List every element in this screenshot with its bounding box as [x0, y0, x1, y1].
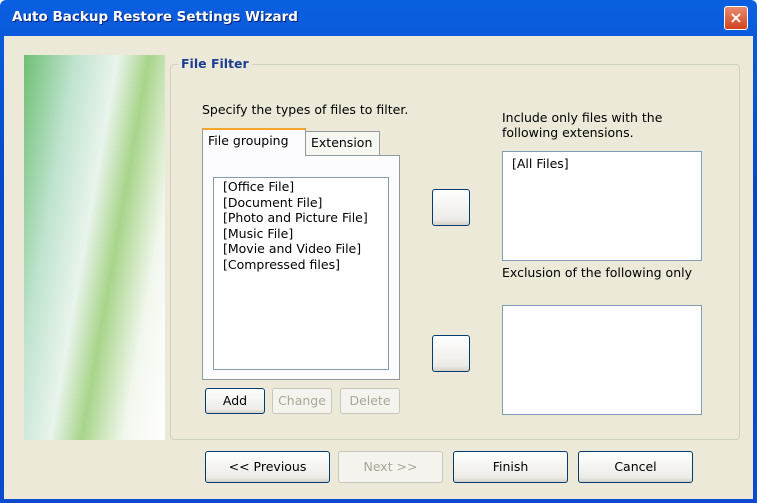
instruction-label: Specify the types of files to filter. [202, 102, 409, 117]
list-item[interactable]: [All Files] [512, 156, 692, 172]
close-button[interactable]: × [724, 6, 748, 30]
next-button[interactable]: Next >> [338, 451, 443, 483]
tab-extension[interactable]: Extension [305, 131, 380, 156]
file-group-list[interactable]: [Office File] [Document File] [Photo and… [213, 177, 389, 370]
change-button[interactable]: Change [272, 388, 332, 414]
include-list[interactable]: [All Files] [502, 151, 702, 261]
group-legend: File Filter [178, 56, 252, 71]
list-item[interactable]: [Movie and Video File] [223, 241, 379, 257]
wizard-side-image [24, 55, 165, 440]
list-item[interactable]: [Document File] [223, 195, 379, 211]
finish-button[interactable]: Finish [453, 451, 568, 483]
cancel-button[interactable]: Cancel [578, 451, 693, 483]
move-to-include-button[interactable] [432, 189, 470, 226]
exclude-list[interactable] [502, 305, 702, 415]
exclude-label: Exclusion of the following only [502, 265, 692, 280]
move-to-exclude-button[interactable] [432, 335, 470, 372]
add-button[interactable]: Add [205, 388, 265, 414]
previous-button[interactable]: << Previous [205, 451, 330, 483]
tab-file-grouping[interactable]: File grouping [202, 128, 306, 156]
list-item[interactable]: [Compressed files] [223, 257, 379, 273]
list-item[interactable]: [Office File] [223, 179, 379, 195]
include-label: Include only files with the following ex… [502, 110, 663, 140]
delete-button[interactable]: Delete [340, 388, 400, 414]
window-title: Auto Backup Restore Settings Wizard [12, 9, 298, 25]
list-item[interactable]: [Photo and Picture File] [223, 210, 379, 226]
list-item[interactable]: [Music File] [223, 226, 379, 242]
